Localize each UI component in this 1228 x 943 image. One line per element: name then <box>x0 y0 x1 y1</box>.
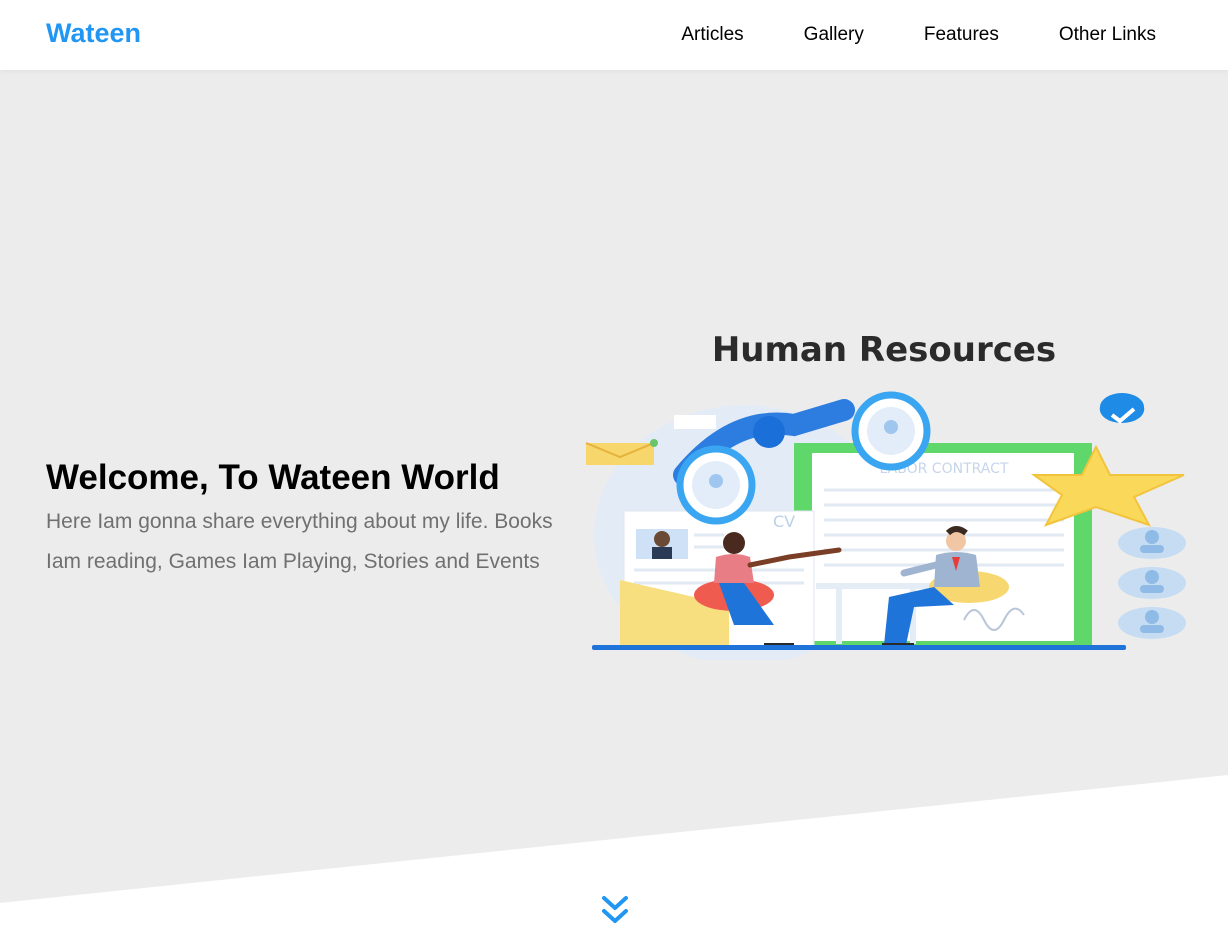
logo[interactable]: Wateen <box>46 18 141 49</box>
hero-section: Welcome, To Wateen World Here Iam gonna … <box>0 70 1228 903</box>
hero-text: Welcome, To Wateen World Here Iam gonna … <box>46 458 586 582</box>
main-nav: Articles Gallery Features Other Links <box>651 0 1186 70</box>
site-header: Wateen Articles Gallery Features Other L… <box>0 0 1228 70</box>
nav-other-links[interactable]: Other Links <box>1029 0 1186 70</box>
nav-gallery[interactable]: Gallery <box>774 0 894 70</box>
hero-title: Welcome, To Wateen World <box>46 458 500 497</box>
human-resources-illustration: Human Resources LABOR CONTRACT CV <box>585 330 1186 660</box>
double-chevron-down-icon[interactable] <box>600 895 630 927</box>
nav-features[interactable]: Features <box>894 0 1029 70</box>
nav-articles[interactable]: Articles <box>651 0 773 70</box>
illustration-heading: Human Resources <box>712 330 1056 370</box>
cv-label: CV <box>773 512 795 531</box>
hero-description: Here Iam gonna share everything about my… <box>46 510 553 573</box>
